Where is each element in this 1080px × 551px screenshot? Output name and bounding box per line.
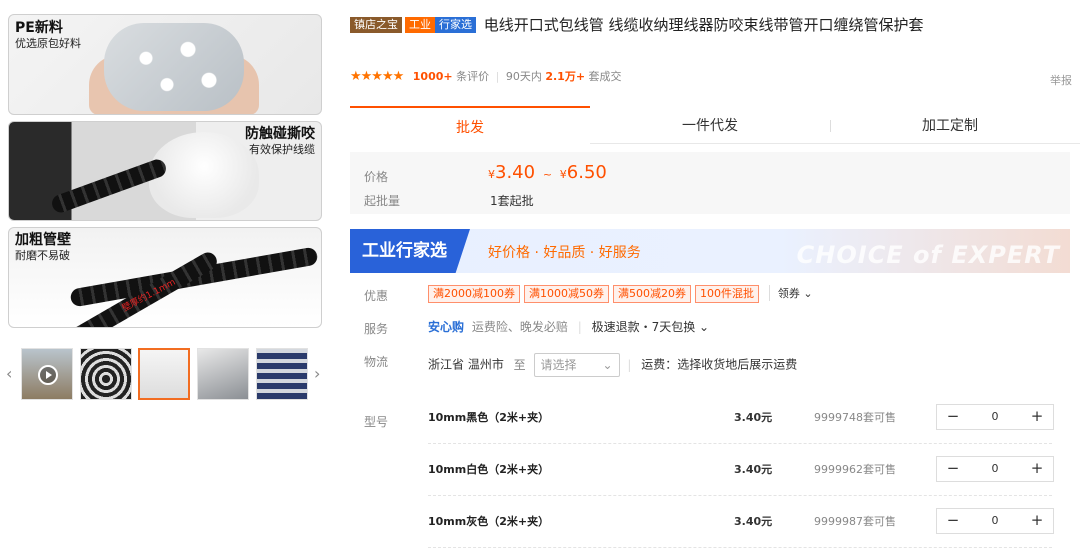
currency-symbol: ¥ (559, 168, 567, 181)
rating-row: ★★★★★ 1000+ 条评价 | 90天内 2.1万+ 套成交 (350, 69, 622, 84)
sku-row: 10mm灰色（2米+夹） 3.40元 9999987套可售 − 0 + (428, 496, 1054, 548)
image-title: PE新料 (15, 20, 63, 36)
tab-wholesale[interactable]: 批发 (350, 106, 590, 144)
destination-placeholder: 请选择 (540, 358, 577, 372)
shipping-fee: 运费：选择收货地后展示运费 (641, 357, 798, 372)
coupon[interactable]: 满1000减50券 (524, 285, 609, 303)
service-items: 运费险、晚发必赔 (471, 320, 568, 334)
minus-button[interactable]: − (937, 457, 969, 481)
pellets-graphic (104, 23, 244, 111)
chevron-left-icon[interactable]: ‹ (6, 364, 12, 383)
expert-banner: 工业行家选 好价格 · 好品质 · 好服务 CHOICE of EXPERT (350, 229, 1070, 273)
sku-row: 10mm黑色（2米+夹） 3.40元 9999748套可售 − 0 + (428, 392, 1054, 444)
coupon[interactable]: 满500减20券 (613, 285, 691, 303)
price-high: 6.50 (566, 162, 607, 183)
image-subtitle: 优选原包好料 (15, 37, 81, 50)
quantity-input[interactable]: 0 (969, 457, 1021, 481)
sku-name: 10mm灰色（2米+夹） (428, 515, 550, 528)
currency-symbol: ¥ (488, 168, 495, 181)
quantity-input[interactable]: 0 (969, 405, 1021, 429)
thumbnail-video[interactable] (21, 348, 73, 400)
report-link[interactable]: 举报 (1050, 72, 1072, 88)
moq-value: 1套起批 (490, 194, 534, 208)
badge-treasure: 镇店之宝 (350, 17, 402, 33)
coupon-list: 满2000减100券 满1000减50券 满500减20券 100件混批 领券 ⌄ (428, 285, 813, 303)
chevron-down-icon: ⌄ (602, 358, 613, 372)
image-title: 加粗管壁 (15, 232, 71, 248)
sku-price: 3.40元 (734, 463, 773, 476)
price-low: 3.40 (495, 162, 536, 183)
price-box: 价格 ¥3.40 ~ ¥6.50 起批量 1套起批 (350, 152, 1070, 214)
main-image-3[interactable]: 壁厚约1.1mm 加粗管壁 耐磨不易破 (8, 227, 322, 328)
service-row: 安心购 运费险、晚发必赔 | 极速退款・7天包换 ⌄ (428, 320, 710, 334)
chevron-right-icon[interactable]: › (314, 364, 320, 383)
plus-button[interactable]: + (1021, 457, 1053, 481)
logistics-row: 浙江省 温州市 至 请选择 ⌄ | 运费：选择收货地后展示运费 (428, 353, 797, 377)
badge-expert: 行家选 (435, 17, 476, 33)
image-title: 防触碰撕咬 (245, 126, 315, 142)
moq-label: 起批量 (364, 194, 401, 208)
quantity-input[interactable]: 0 (969, 509, 1021, 533)
expert-logo: 工业行家选 (350, 229, 470, 273)
image-gallery: PE新料 优选原包好料 防触碰撕咬 有效保护线缆 壁厚约1.1mm 加粗管壁 耐… (0, 0, 330, 551)
play-icon (38, 365, 58, 385)
price-separator: ~ (542, 168, 553, 181)
thumbnail-selected[interactable] (138, 348, 190, 400)
purchase-tabs: 批发 一件代发 加工定制 (350, 106, 1080, 144)
coupon[interactable]: 100件混批 (695, 285, 759, 303)
sold-prefix: 90天内 (505, 70, 542, 83)
review-label: 条评价 (456, 70, 490, 83)
sku-price: 3.40元 (734, 515, 773, 528)
image-subtitle: 有效保护线缆 (249, 143, 315, 156)
minus-button[interactable]: − (937, 509, 969, 533)
sold-label: 套成交 (588, 70, 622, 83)
sku-price: 3.40元 (734, 411, 773, 424)
main-image-1[interactable]: PE新料 优选原包好料 (8, 14, 322, 115)
thumbnail[interactable] (80, 348, 132, 400)
review-count[interactable]: 1000+ (413, 70, 453, 83)
sku-stock: 9999987套可售 (814, 515, 896, 528)
service-label: 服务 (364, 322, 389, 336)
sold-count: 2.1万+ (545, 70, 586, 83)
price-range: ¥3.40 ~ ¥6.50 (488, 162, 607, 183)
sku-name: 10mm黑色（2米+夹） (428, 411, 550, 424)
thumbnail-strip: ‹ › (4, 344, 326, 406)
plus-button[interactable]: + (1021, 405, 1053, 429)
tab-custom[interactable]: 加工定制 (830, 106, 1070, 144)
sku-row: 10mm白色（2米+夹） 3.40元 9999962套可售 − 0 + (428, 444, 1054, 496)
sku-name: 10mm白色（2米+夹） (428, 463, 550, 476)
thumbnail[interactable] (256, 348, 308, 400)
expert-slogan: 好价格 · 好品质 · 好服务 (488, 245, 641, 261)
product-title: 电线开口式包线管 线缆收纳理线器防咬束线带管开口缠绕管保护套 (483, 16, 924, 34)
coupon[interactable]: 满2000减100券 (428, 285, 520, 303)
quantity-stepper: − 0 + (936, 456, 1054, 482)
minus-button[interactable]: − (937, 405, 969, 429)
service-extra-dropdown[interactable]: 极速退款・7天包换 ⌄ (592, 320, 710, 334)
sku-label: 型号 (364, 415, 389, 429)
price-label: 价格 (364, 170, 389, 184)
quantity-stepper: − 0 + (936, 404, 1054, 430)
badge-industry: 工业 (405, 17, 435, 33)
logistics-label: 物流 (364, 355, 389, 369)
ship-to-label: 至 (513, 357, 526, 372)
sku-stock: 9999748套可售 (814, 411, 896, 424)
star-rating-icon: ★★★★★ (350, 69, 404, 84)
get-coupon-button[interactable]: 领券 ⌄ (768, 285, 813, 301)
plus-button[interactable]: + (1021, 509, 1053, 533)
quantity-stepper: − 0 + (936, 508, 1054, 534)
expert-bg-text: CHOICE of EXPERT (796, 241, 1060, 269)
thumbnail[interactable] (197, 348, 249, 400)
destination-select[interactable]: 请选择 ⌄ (533, 353, 620, 377)
ship-origin: 浙江省 温州市 (428, 357, 504, 372)
sku-stock: 9999962套可售 (814, 463, 896, 476)
offers-label: 优惠 (364, 289, 389, 303)
product-info: 镇店之宝 工业 行家选 电线开口式包线管 线缆收纳理线器防咬束线带管开口缠绕管保护套… (350, 0, 1080, 551)
image-subtitle: 耐磨不易破 (15, 249, 70, 262)
main-image-2[interactable]: 防触碰撕咬 有效保护线缆 (8, 121, 322, 221)
tab-dropship[interactable]: 一件代发 (590, 106, 830, 144)
service-brand-logo: 安心购 (428, 320, 465, 334)
cat-graphic (149, 132, 259, 218)
product-title-row: 镇店之宝 工业 行家选 电线开口式包线管 线缆收纳理线器防咬束线带管开口缠绕管保护套 (350, 14, 1050, 36)
